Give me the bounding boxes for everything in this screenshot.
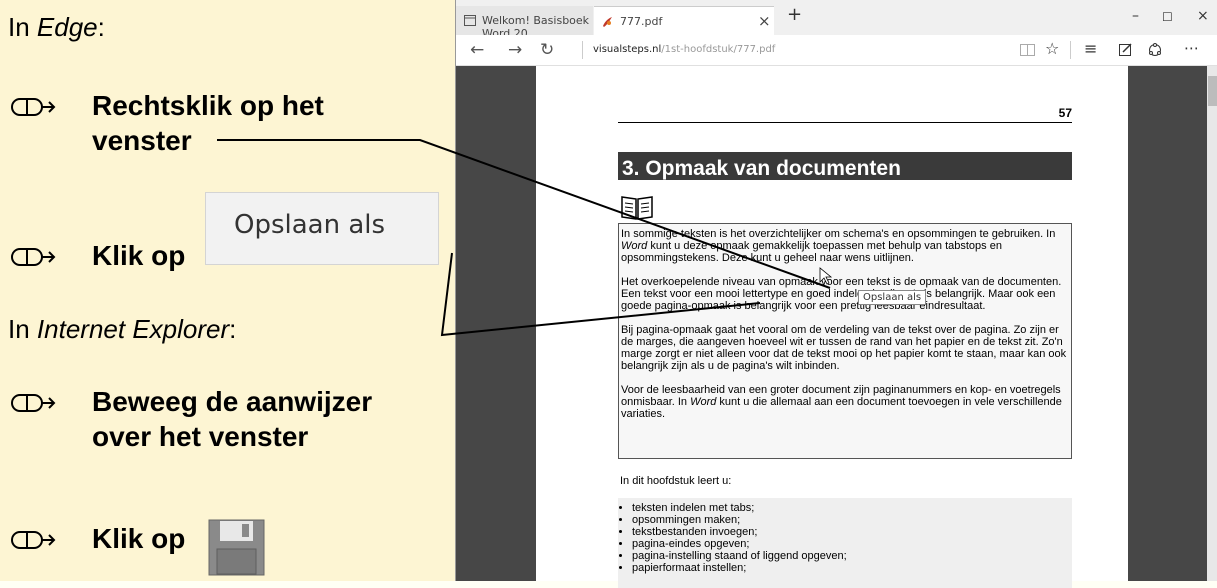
- heading-prefix: In: [8, 314, 37, 344]
- mouse-icon: [11, 248, 56, 266]
- heading-suffix: :: [97, 12, 105, 42]
- heading-edge: In Edge:: [8, 12, 105, 43]
- save-as-button-callout[interactable]: Opslaan als: [205, 192, 439, 265]
- intro-paragraph: Het overkoepelende niveau van opmaak voo…: [621, 276, 1062, 312]
- list-item: tekstbestanden invoegen;: [632, 526, 1072, 538]
- url-path: /1st-hoofdstuk/777.pdf: [661, 44, 776, 55]
- list-item: opsommingen maken;: [632, 514, 1072, 526]
- heading-ie: In Internet Explorer:: [8, 314, 236, 345]
- intro-paragraph: Bij pagina-opmaak gaat het vooral om de …: [621, 324, 1067, 372]
- step-line: Beweeg de aanwijzer: [92, 386, 373, 417]
- step-click-label: Klik op: [92, 523, 186, 554]
- learn-list: teksten indelen met tabs; opsommingen ma…: [618, 498, 1072, 588]
- save-as-context-item[interactable]: Opslaan als: [858, 290, 927, 305]
- pdf-icon: [603, 17, 612, 27]
- tab-welkom[interactable]: Welkom! Basisboek Word 20: [456, 6, 593, 40]
- app-name: Edge: [36, 12, 98, 42]
- back-icon[interactable]: ←: [470, 40, 484, 60]
- list-item: pagina-instelling staand of liggend opge…: [632, 550, 1072, 562]
- scrollbar-thumb[interactable]: [1208, 76, 1217, 106]
- tab-pdf[interactable]: 777.pdf ×: [594, 6, 774, 36]
- learn-heading: In dit hoofdstuk leert u:: [620, 475, 732, 487]
- tab-label: 777.pdf: [620, 15, 663, 28]
- mouse-icon: [11, 98, 56, 116]
- url-field[interactable]: visualsteps.nl/1st-hoofdstuk/777.pdf: [593, 44, 775, 55]
- app-name: Word: [621, 240, 648, 252]
- step-line: over het venster: [92, 421, 309, 452]
- step-click-label: Klik op: [92, 240, 186, 271]
- url-host: visualsteps.nl: [593, 44, 662, 55]
- step-hover: Beweeg de aanwijzer over het venster: [92, 384, 372, 454]
- close-tab-icon[interactable]: ×: [758, 12, 771, 30]
- maximize-button[interactable]: ☐: [1162, 10, 1173, 24]
- chapter-title: 3. Opmaak van documenten: [618, 152, 1072, 180]
- page-number: 57: [1058, 106, 1072, 120]
- step-line: venster: [92, 125, 192, 156]
- forward-icon[interactable]: →: [508, 40, 522, 60]
- intro-box: In sommige teksten is het overzichtelijk…: [618, 223, 1072, 459]
- web-note-icon[interactable]: [1119, 43, 1132, 56]
- heading-prefix: In: [8, 12, 37, 42]
- app-name: Internet Explorer: [36, 314, 230, 344]
- divider: [582, 41, 583, 59]
- header-rule: [618, 122, 1072, 123]
- step-line: Rechtsklik op het: [92, 90, 324, 121]
- hub-icon[interactable]: ≡: [1084, 39, 1097, 58]
- new-tab-button[interactable]: +: [787, 4, 802, 25]
- favorite-star-icon[interactable]: ☆: [1045, 39, 1059, 58]
- app-name: Word: [690, 396, 717, 408]
- mouse-icon: [11, 394, 56, 412]
- mouse-icon: [11, 531, 56, 549]
- step-right-click: Rechtsklik op het venster: [92, 88, 324, 158]
- text-span: kunt u deze opmaak gemakkelijk toepassen…: [621, 240, 1002, 264]
- book-icon: [621, 196, 653, 220]
- divider: [1070, 41, 1071, 59]
- tab-page-icon: [464, 15, 476, 26]
- heading-suffix: :: [229, 314, 237, 344]
- share-icon[interactable]: [1148, 43, 1162, 57]
- edge-browser-window: Welkom! Basisboek Word 20 777.pdf × + – …: [455, 0, 1217, 588]
- tab-bar: Welkom! Basisboek Word 20 777.pdf × + – …: [456, 0, 1217, 40]
- address-bar: ← → ↻ visualsteps.nl/1st-hoofdstuk/777.p…: [456, 35, 1217, 66]
- intro-paragraph: Voor de leesbaarheid van een groter docu…: [621, 384, 1069, 420]
- close-window-button[interactable]: ×: [1197, 8, 1209, 24]
- list-item: teksten indelen met tabs;: [632, 502, 1072, 514]
- pdf-viewer[interactable]: 57 3. Opmaak van documenten In sommige t…: [456, 66, 1217, 588]
- minimize-button[interactable]: –: [1132, 8, 1139, 24]
- more-icon[interactable]: ⋯: [1184, 39, 1199, 57]
- text-span: In sommige teksten is het overzichtelijk…: [621, 228, 1056, 240]
- refresh-icon[interactable]: ↻: [540, 40, 554, 60]
- list-item: pagina-eindes opgeven;: [632, 538, 1072, 550]
- save-icon[interactable]: [208, 519, 265, 576]
- intro-paragraph: In sommige teksten is het overzichtelijk…: [621, 228, 1069, 264]
- list-item: papierformaat instellen;: [632, 562, 1072, 574]
- instruction-panel: In Edge: Rechtsklik op het venster Klik o…: [0, 0, 455, 581]
- pdf-page[interactable]: 57 3. Opmaak van documenten In sommige t…: [536, 66, 1128, 588]
- scrollbar[interactable]: [1207, 66, 1217, 581]
- reading-view-icon[interactable]: [1020, 44, 1035, 56]
